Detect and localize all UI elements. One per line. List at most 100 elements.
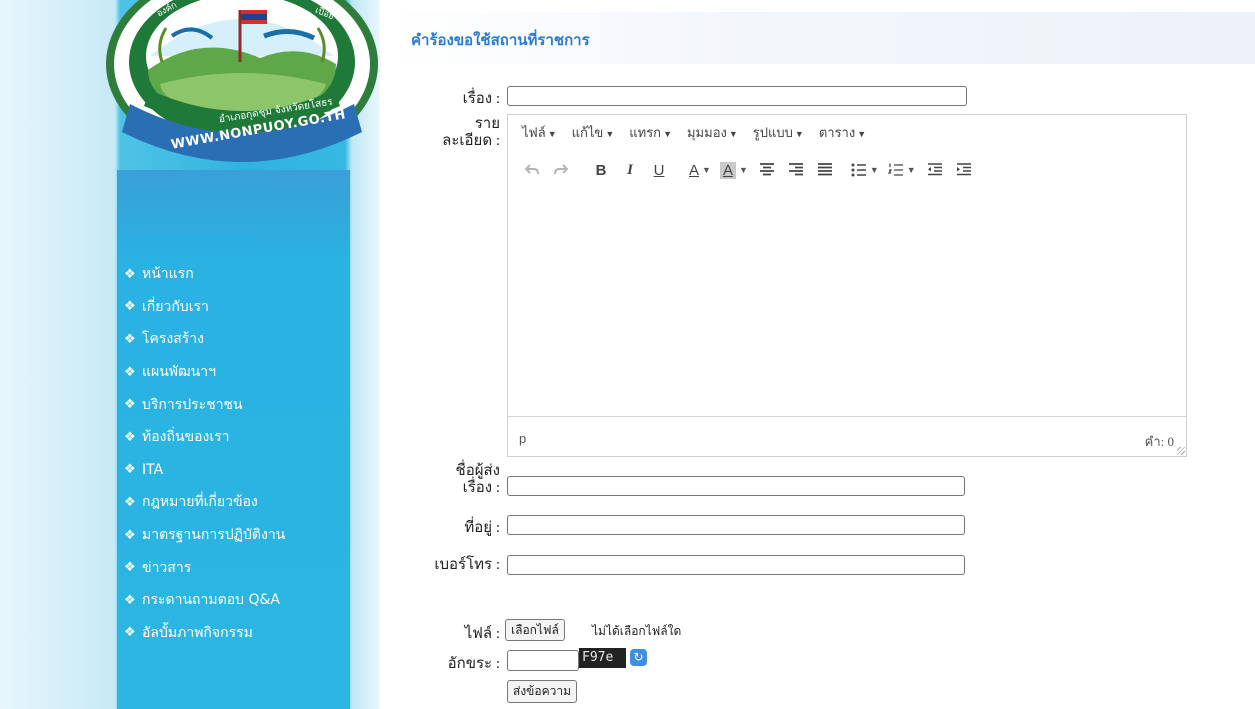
rich-text-editor: ไฟล์ ▼ แก้ไข ▼ แทรก ▼ มุมมอง ▼ รูปแบบ ▼ ตาราง… xyxy=(507,114,1187,457)
nav-item-label: บริการประชาชน xyxy=(142,396,243,413)
diamond-bullet-icon: ❖ xyxy=(124,560,136,576)
italic-button[interactable]: I xyxy=(620,159,640,181)
background-color-icon: A xyxy=(719,161,736,179)
nav-item-label: มาตรฐานการปฏิบัติงาน xyxy=(142,527,286,544)
undo-icon xyxy=(525,164,539,175)
element-path[interactable]: p xyxy=(519,431,526,446)
nav-item-ita[interactable]: ❖ ITA xyxy=(124,454,285,487)
nav-item-qa-board[interactable]: ❖ กระดานถามตอบ Q&A xyxy=(124,584,285,617)
bullet-list-icon xyxy=(851,163,866,177)
captcha-input[interactable] xyxy=(507,650,579,671)
organization-logo[interactable]: องค์ก เปือย อำเภอกุดชุม จังหวัดยโสธร WWW… xyxy=(100,0,385,182)
sender-label-line2: เรื่อง : xyxy=(462,480,500,496)
text-color-button[interactable]: A ▼ xyxy=(689,159,711,181)
nav-item-label: ท้องถิ่นของเรา xyxy=(142,429,230,446)
captcha-label: อักขระ : xyxy=(447,656,500,672)
nav-item-structure[interactable]: ❖ โครงสร้าง xyxy=(124,323,285,356)
subject-input[interactable] xyxy=(507,86,967,106)
diamond-bullet-icon: ❖ xyxy=(124,299,136,315)
align-right-icon xyxy=(788,163,803,176)
diamond-bullet-icon: ❖ xyxy=(124,429,136,445)
menu-format[interactable]: รูปแบบ ▼ xyxy=(753,122,804,143)
main-navigation: ❖ หน้าแรก ❖ เกี่ยวกับเรา ❖ โครงสร้าง ❖ แผนพั… xyxy=(124,258,285,649)
menu-insert-label: แทรก xyxy=(629,124,662,140)
caret-down-icon: ▼ xyxy=(794,128,804,139)
editor-statusbar: p คำ: 0 xyxy=(508,416,1186,456)
detail-label-line1: ราย xyxy=(474,116,500,132)
indent-button[interactable] xyxy=(954,159,974,181)
nav-item-home[interactable]: ❖ หน้าแรก xyxy=(124,258,285,291)
diamond-bullet-icon: ❖ xyxy=(124,494,136,510)
diamond-bullet-icon: ❖ xyxy=(124,592,136,608)
menu-format-label: รูปแบบ xyxy=(752,124,793,140)
diamond-bullet-icon: ❖ xyxy=(124,397,136,413)
submit-button[interactable]: ส่งข้อความ xyxy=(507,680,578,703)
diamond-bullet-icon: ❖ xyxy=(124,364,136,380)
align-justify-icon xyxy=(817,163,832,176)
caret-down-icon: ▼ xyxy=(605,128,615,139)
file-label: ไฟล์ : xyxy=(464,626,500,642)
page-title: คำร้องขอใช้สถานที่ราชการ xyxy=(411,31,590,49)
caret-down-icon: ▼ xyxy=(738,165,748,175)
redo-button[interactable] xyxy=(551,159,571,181)
nav-item-work-standards[interactable]: ❖ มาตรฐานการปฏิบัติงาน xyxy=(124,519,285,552)
nav-item-public-services[interactable]: ❖ บริการประชาชน xyxy=(124,388,285,421)
redo-icon xyxy=(554,164,568,175)
menu-edit[interactable]: แก้ไข ▼ xyxy=(572,122,615,143)
sender-name-input[interactable] xyxy=(507,476,965,496)
outdent-button[interactable] xyxy=(925,159,945,181)
menu-table-label: ตาราง xyxy=(818,124,856,140)
address-label: ที่อยู่ : xyxy=(464,520,500,536)
nav-item-related-laws[interactable]: ❖ กฎหมายที่เกี่ยวข้อง xyxy=(124,486,285,519)
word-count: คำ: 0 xyxy=(1144,434,1174,449)
choose-file-button[interactable]: เลือกไฟล์ xyxy=(505,619,565,641)
menu-file[interactable]: ไฟล์ ▼ xyxy=(522,122,557,143)
caret-down-icon: ▼ xyxy=(663,128,672,139)
background-color-button[interactable]: A ▼ xyxy=(719,159,748,181)
nav-item-label: ITA xyxy=(142,461,164,478)
align-justify-button[interactable] xyxy=(815,159,835,181)
nav-item-label: กฎหมายที่เกี่ยวข้อง xyxy=(142,494,258,511)
caret-down-icon: ▼ xyxy=(702,165,711,175)
text-color-icon: A xyxy=(689,161,700,179)
align-center-button[interactable] xyxy=(757,159,777,181)
menu-view[interactable]: มุมมอง ▼ xyxy=(687,122,738,143)
bullet-list-button[interactable]: ▼ xyxy=(851,159,879,181)
underline-button[interactable]: U xyxy=(649,159,669,181)
align-right-button[interactable] xyxy=(786,159,806,181)
numbered-list-button[interactable]: ▼ xyxy=(887,159,916,181)
menu-file-label: ไฟล์ xyxy=(522,124,546,140)
nav-item-news[interactable]: ❖ ข่าวสาร xyxy=(124,551,285,584)
menu-edit-label: แก้ไข xyxy=(571,124,604,140)
outdent-icon xyxy=(927,163,942,176)
bold-button[interactable]: B xyxy=(591,159,611,181)
caret-down-icon: ▼ xyxy=(547,128,557,139)
nav-item-label: กระดานถามตอบ Q&A xyxy=(142,592,280,609)
resize-handle-icon[interactable] xyxy=(1177,447,1185,455)
nav-item-our-locality[interactable]: ❖ ท้องถิ่นของเรา xyxy=(124,421,285,454)
menu-table[interactable]: ตาราง ▼ xyxy=(819,122,866,143)
nav-item-label: เกี่ยวกับเรา xyxy=(142,298,209,315)
address-input[interactable] xyxy=(507,515,965,535)
captcha-refresh-button[interactable]: ↻ xyxy=(630,649,647,666)
editor-menubar: ไฟล์ ▼ แก้ไข ▼ แทรก ▼ มุมมอง ▼ รูปแบบ ▼ ตาราง… xyxy=(508,115,1186,149)
nav-item-development-plan[interactable]: ❖ แผนพัฒนาฯ xyxy=(124,356,285,389)
nav-item-label: อัลบั้มภาพกิจกรรม xyxy=(142,624,253,641)
menu-insert[interactable]: แทรก ▼ xyxy=(629,122,672,143)
nav-item-label: ข่าวสาร xyxy=(142,559,192,576)
sender-label-line1: ชื่อผู้ส่ง xyxy=(455,463,500,479)
caret-down-icon: ▼ xyxy=(869,165,879,175)
sidebar: องค์ก เปือย อำเภอกุดชุม จังหวัดยโสธร WWW… xyxy=(0,0,380,709)
editor-content-area[interactable] xyxy=(508,189,1186,417)
nav-item-label: แผนพัฒนาฯ xyxy=(142,364,216,381)
phone-label: เบอร์โทร : xyxy=(434,557,500,573)
undo-button[interactable] xyxy=(522,159,542,181)
nav-item-photo-album[interactable]: ❖ อัลบั้มภาพกิจกรรม xyxy=(124,617,285,650)
detail-label-line2: ละเอียด : xyxy=(442,133,500,149)
nav-item-about[interactable]: ❖ เกี่ยวกับเรา xyxy=(124,291,285,324)
diamond-bullet-icon: ❖ xyxy=(124,625,136,641)
caret-down-icon: ▼ xyxy=(857,128,867,139)
editor-toolbar: B I U A ▼ A ▼ ▼ ▼ xyxy=(508,155,1186,185)
detail-label: ราย ละเอียด : xyxy=(420,116,500,150)
phone-input[interactable] xyxy=(507,555,965,575)
